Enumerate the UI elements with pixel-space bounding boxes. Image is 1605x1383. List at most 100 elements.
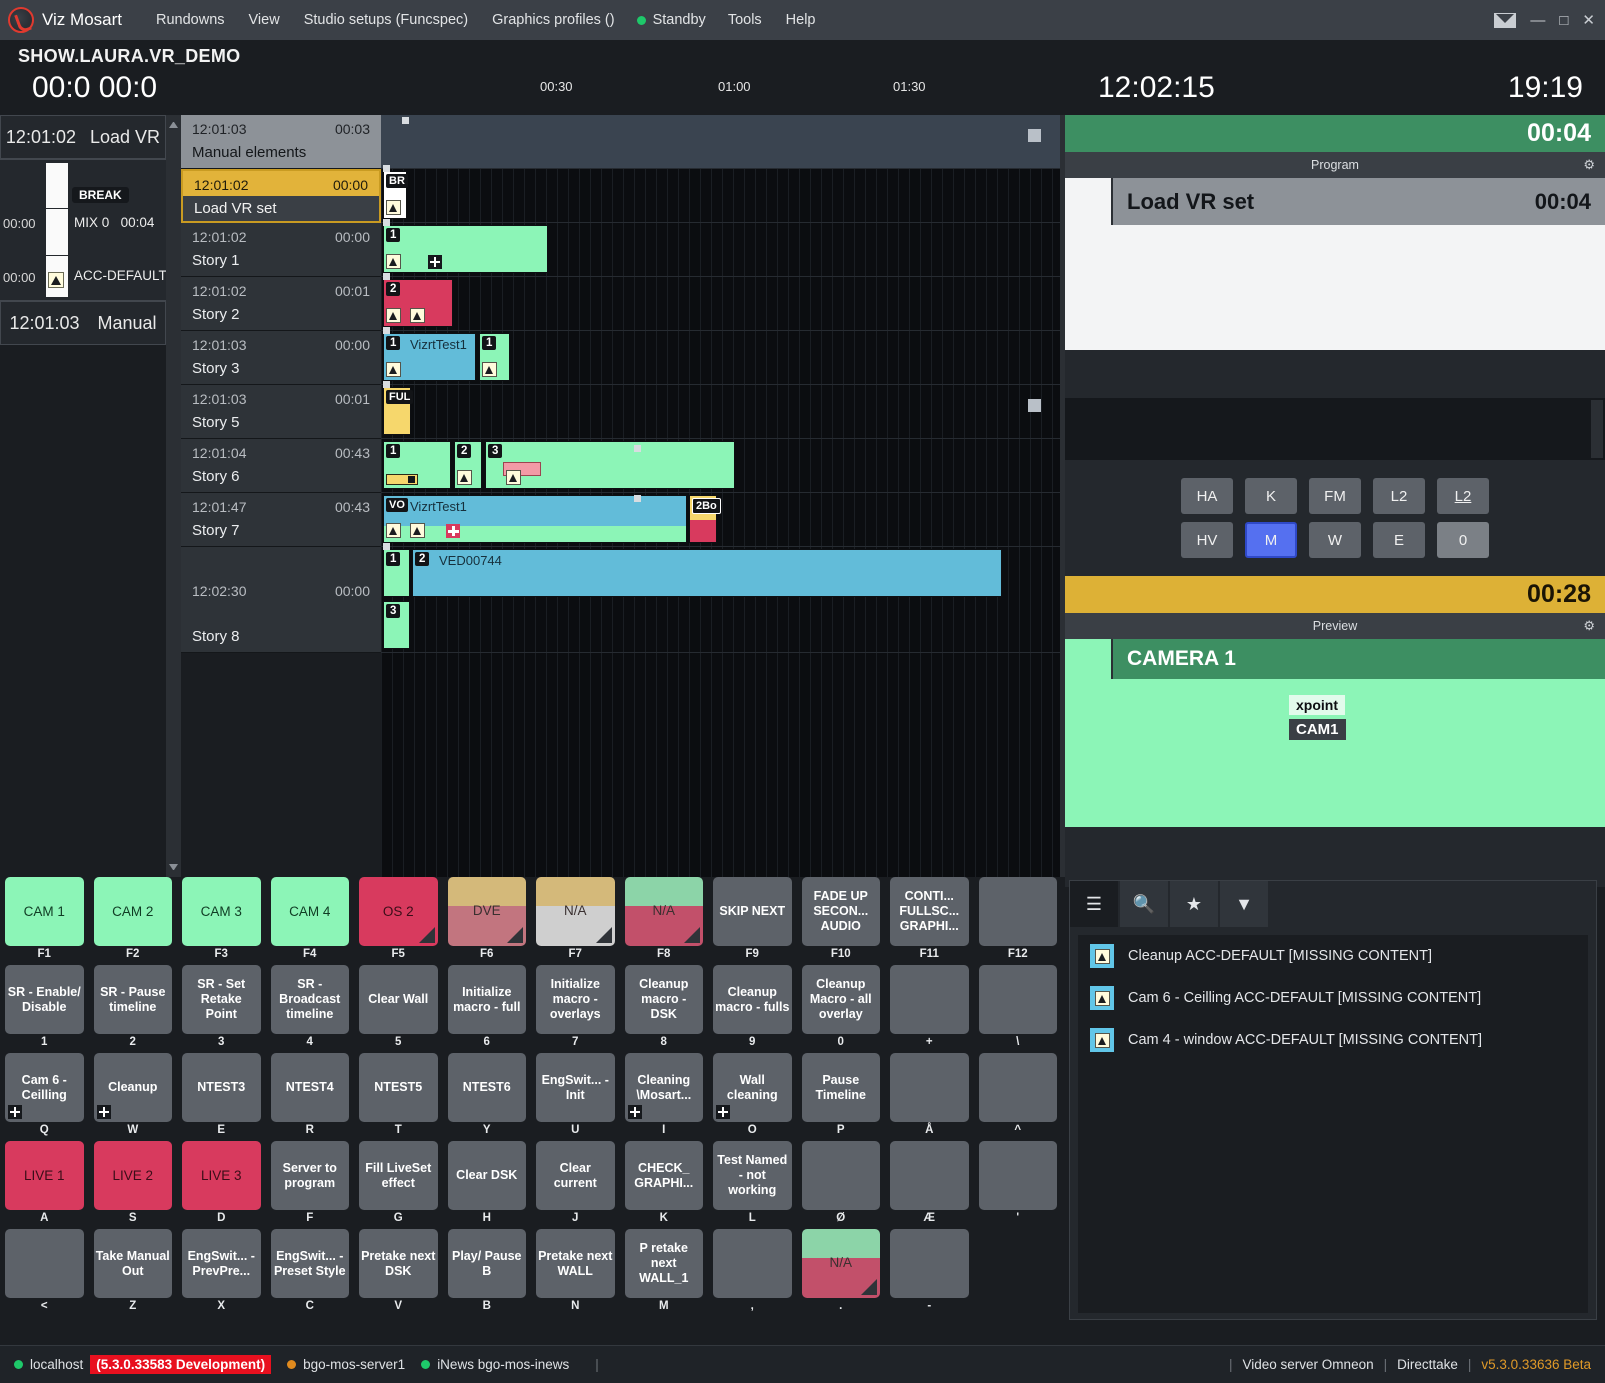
timeline-row-story-6[interactable]: 1 2 3: [381, 439, 1060, 493]
keypad-button-live-3[interactable]: LIVE 3: [182, 1141, 261, 1210]
preview-item-row[interactable]: CAMERA 1: [1065, 639, 1605, 679]
keypad-button-pretake-next-wall[interactable]: Pretake next WALL: [536, 1229, 615, 1298]
keypad-button-p-retake-next-wall-1[interactable]: P retake next WALL_1: [625, 1229, 704, 1298]
keypad-button-empty[interactable]: [5, 1229, 84, 1298]
plus-red-icon[interactable]: [446, 524, 460, 538]
timeline-row-story-3[interactable]: 1 VizrtTest1 1: [381, 331, 1060, 385]
clip-2box[interactable]: 2Bo: [689, 495, 717, 543]
list-icon[interactable]: ☰: [1070, 881, 1118, 927]
gear-icon[interactable]: ⚙: [1583, 157, 1595, 173]
clip-vizrt-2[interactable]: VO VizrtTest1: [383, 495, 687, 543]
clip-handle[interactable]: [383, 327, 390, 334]
standby-status[interactable]: Standby: [627, 8, 716, 32]
keypad-button-ntest6[interactable]: NTEST6: [448, 1053, 527, 1122]
keypad-button-cam-2[interactable]: CAM 2: [94, 877, 173, 946]
keypad-button-cleanup-macro-dsk[interactable]: Cleanup macro - DSK: [625, 965, 704, 1034]
keypad-button-fade-up-secon-audio[interactable]: FADE UP SECON... AUDIO: [802, 877, 881, 946]
gear-icon[interactable]: ⚙: [1583, 618, 1595, 634]
clip-story-2[interactable]: 2: [383, 279, 453, 327]
search-icon[interactable]: 🔍: [1120, 881, 1168, 927]
playhead-handle[interactable]: [402, 117, 409, 124]
keypad-button-initialize-macro-full[interactable]: Initialize macro - full: [448, 965, 527, 1034]
minimize-button[interactable]: —: [1530, 12, 1545, 29]
keypad-button-sr-broadcast-timeline[interactable]: SR - Broadcast timeline: [271, 965, 350, 1034]
keypad-button-empty[interactable]: [890, 965, 969, 1034]
keypad-button-n-a[interactable]: N/A: [625, 877, 704, 946]
keypad-button-empty[interactable]: [802, 1141, 881, 1210]
keypad-button-pause-timeline[interactable]: Pause Timeline: [802, 1053, 881, 1122]
clip-story-6-c[interactable]: 3: [485, 441, 735, 489]
keypad-button-dve[interactable]: DVE: [448, 877, 527, 946]
menu-item-view[interactable]: View: [237, 8, 292, 32]
keypad-button-fill-liveset-effect[interactable]: Fill LiveSet effect: [359, 1141, 438, 1210]
rundown-row-story-2[interactable]: 12:01:02 00:01 Story 2: [181, 277, 381, 331]
rundown-row-story-7[interactable]: 12:01:47 00:43 Story 7: [181, 493, 381, 547]
keypad-button-empty[interactable]: [979, 1053, 1058, 1122]
asset-list[interactable]: Cleanup ACC-DEFAULT [MISSING CONTENT] Ca…: [1078, 935, 1588, 1313]
switcher-button-l2[interactable]: L2: [1373, 478, 1425, 514]
clip-handle[interactable]: [634, 445, 641, 452]
switcher-button-0[interactable]: 0: [1437, 522, 1489, 558]
keypad-button-f12[interactable]: [979, 877, 1058, 946]
switcher-button-e[interactable]: E: [1373, 522, 1425, 558]
clip-handle[interactable]: [383, 219, 390, 226]
keypad-button-ntest3[interactable]: NTEST3: [182, 1053, 261, 1122]
list-item[interactable]: Cleanup ACC-DEFAULT [MISSING CONTENT]: [1078, 935, 1588, 977]
keypad-button-initialize-macro-overlays[interactable]: Initialize macro - overlays: [536, 965, 615, 1034]
timeline-row-story-5[interactable]: FUL: [381, 385, 1060, 439]
keypad-button-clear-wall[interactable]: Clear Wall: [359, 965, 438, 1034]
plus-icon[interactable]: [716, 1105, 730, 1119]
clip-story-6-b[interactable]: 2: [454, 441, 482, 489]
keypad-button-check-graphi[interactable]: CHECK_ GRAPHI...: [625, 1141, 704, 1210]
keypad-button-sr-enable-disable[interactable]: SR - Enable/ Disable: [5, 965, 84, 1034]
clip-handle[interactable]: [383, 273, 390, 280]
keypad-button-clear-current[interactable]: Clear current: [536, 1141, 615, 1210]
clip-handle[interactable]: [383, 543, 390, 550]
keypad-button-empty[interactable]: [890, 1229, 969, 1298]
keypad-button-cam-4[interactable]: CAM 4: [271, 877, 350, 946]
keypad-button-server-to-program[interactable]: Server to program: [271, 1141, 350, 1210]
mail-icon[interactable]: [1494, 13, 1516, 28]
keypad-button-sr-set-retake-point[interactable]: SR - Set Retake Point: [182, 965, 261, 1034]
star-icon[interactable]: ★: [1170, 881, 1218, 927]
keypad-button-sr-pause-timeline[interactable]: SR - Pause timeline: [94, 965, 173, 1034]
switcher-button-ha[interactable]: HA: [1181, 478, 1233, 514]
clip-handle[interactable]: [634, 495, 641, 502]
switcher-button-w[interactable]: W: [1309, 522, 1361, 558]
rundown-row-load-vr-set[interactable]: 12:01:02 00:00 Load VR set: [181, 169, 381, 223]
menu-item-graphics-profiles[interactable]: Graphics profiles (): [480, 8, 626, 32]
rundown-row-story-5[interactable]: 12:01:03 00:01 Story 5: [181, 385, 381, 439]
switcher-button-fm[interactable]: FM: [1309, 478, 1361, 514]
rundown-row-story-1[interactable]: 12:01:02 00:00 Story 1: [181, 223, 381, 277]
keypad-button-cleanup-macro-fulls[interactable]: Cleanup macro - fulls: [713, 965, 792, 1034]
keypad-button-clear-dsk[interactable]: Clear DSK: [448, 1141, 527, 1210]
clip-story-3-cam[interactable]: 1: [479, 333, 510, 381]
maximize-button[interactable]: □: [1559, 12, 1568, 29]
scroll-down-icon[interactable]: [169, 864, 178, 873]
clip-story-6-a[interactable]: 1: [383, 441, 451, 489]
program-item-row[interactable]: Load VR set 00:04: [1065, 178, 1605, 225]
clip-story-1[interactable]: 1: [383, 225, 548, 273]
keypad-button-cam-1[interactable]: CAM 1: [5, 877, 84, 946]
keypad-button-ntest4[interactable]: NTEST4: [271, 1053, 350, 1122]
keypad-button-engswit-preset-style[interactable]: EngSwit... - Preset Style: [271, 1229, 350, 1298]
keypad-button-n-a[interactable]: N/A: [802, 1229, 881, 1298]
keypad-button-ntest5[interactable]: NTEST5: [359, 1053, 438, 1122]
timeline-row-manual-elements[interactable]: [381, 115, 1060, 169]
rundown-scrollbar[interactable]: [166, 115, 181, 877]
clip-handle[interactable]: [383, 381, 390, 388]
clip-story-8-b[interactable]: 3: [383, 601, 410, 649]
plus-icon[interactable]: [428, 255, 442, 269]
switcher-button-m[interactable]: M: [1245, 522, 1297, 558]
menu-item-rundowns[interactable]: Rundowns: [144, 8, 237, 32]
timeline-row-story-2[interactable]: 2: [381, 277, 1060, 331]
keypad-button-pretake-next-dsk[interactable]: Pretake next DSK: [359, 1229, 438, 1298]
clip-handle[interactable]: [383, 165, 390, 172]
keypad-button-live-2[interactable]: LIVE 2: [94, 1141, 173, 1210]
keypad-button-cleanup-macro-all-overlay[interactable]: Cleanup Macro - all overlay: [802, 965, 881, 1034]
keypad-button-take-manual-out[interactable]: Take Manual Out: [94, 1229, 173, 1298]
plus-icon[interactable]: [628, 1105, 642, 1119]
keypad-button-conti-fullsc-graphi[interactable]: CONTI... FULLSC... GRAPHI...: [890, 877, 969, 946]
rundown-row-manual-elements[interactable]: 12:01:03 00:03 Manual elements: [181, 115, 381, 169]
scroll-up-icon[interactable]: [169, 119, 178, 128]
